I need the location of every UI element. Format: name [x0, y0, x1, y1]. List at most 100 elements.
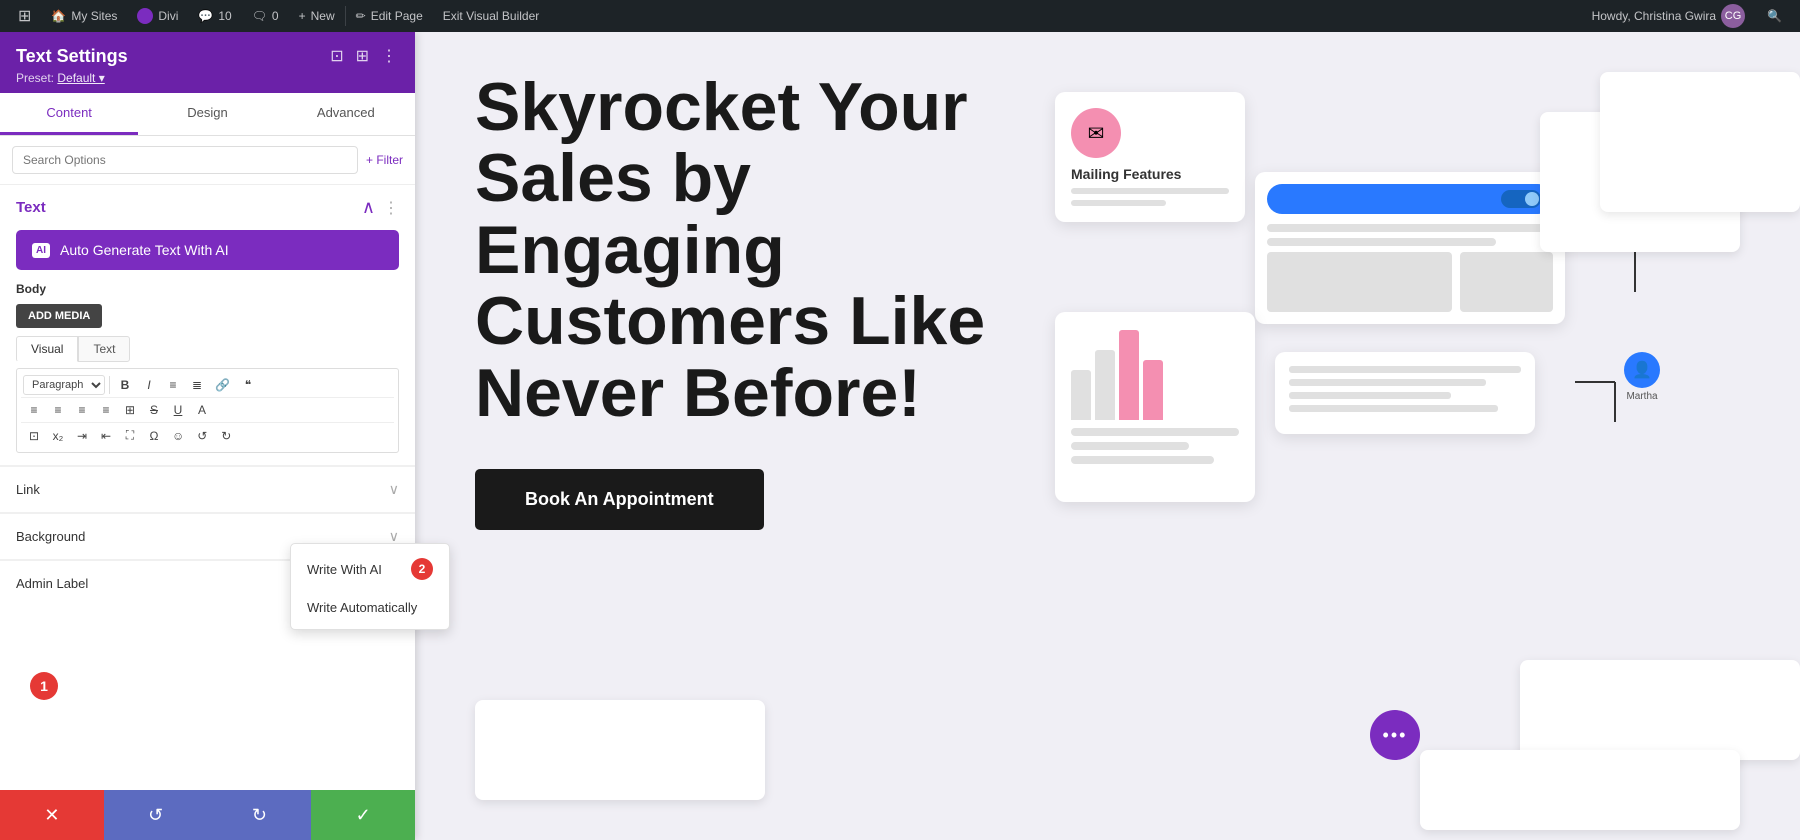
link-section[interactable]: Link ∨	[0, 466, 415, 512]
bar-1	[1071, 370, 1091, 420]
mailing-title: Mailing Features	[1071, 166, 1229, 182]
chart-line-3	[1071, 456, 1214, 464]
tab-design[interactable]: Design	[138, 93, 276, 135]
write-automatically-item[interactable]: Write Automatically	[291, 590, 449, 625]
search-card	[1255, 172, 1565, 324]
divi-label: Divi	[158, 9, 178, 23]
color-button[interactable]: A	[191, 400, 213, 420]
content-line-1	[1267, 224, 1553, 232]
pencil-icon: ✏	[356, 9, 366, 23]
redo-button[interactable]: ↻	[208, 790, 312, 840]
greeting-item[interactable]: Howdy, Christina Gwira CG	[1582, 4, 1755, 28]
divi-item[interactable]: Divi	[127, 0, 188, 32]
fullscreen-button[interactable]: ⛶	[119, 425, 141, 446]
hero-text: Skyrocket Your Sales by Engaging Custome…	[475, 72, 995, 530]
align-left-button[interactable]: ≡	[23, 400, 45, 420]
wordpress-icon: ⊞	[18, 6, 31, 26]
mailing-avatar: ✉	[1071, 108, 1121, 158]
tab-content[interactable]: Content	[0, 93, 138, 135]
comments-item[interactable]: 💬 10	[188, 0, 241, 32]
special-char-button[interactable]: Ω	[143, 426, 165, 446]
underline-button[interactable]: U	[167, 400, 189, 420]
admin-bar-right: Howdy, Christina Gwira CG 🔍	[1582, 4, 1792, 28]
edit-page-item[interactable]: ✏ Edit Page	[346, 0, 433, 32]
chart-bars	[1071, 328, 1239, 428]
bar-3	[1119, 330, 1139, 420]
ol-button[interactable]: ≣	[186, 375, 208, 395]
new-item[interactable]: + New	[289, 0, 345, 32]
search-item[interactable]: 🔍	[1757, 9, 1792, 23]
crm-lines	[1289, 366, 1521, 412]
italic-button[interactable]: I	[138, 375, 160, 395]
emoji-button[interactable]: ☺	[167, 426, 189, 446]
avatar: CG	[1721, 4, 1745, 28]
my-sites-item[interactable]: 🏠 My Sites	[41, 0, 127, 32]
preset-link[interactable]: Default ▾	[57, 71, 104, 85]
ul-button[interactable]: ≡	[162, 375, 184, 395]
mailing-line-1	[1071, 188, 1229, 194]
avatar-martha: 👤 Martha	[1624, 352, 1660, 402]
align-justify-button[interactable]: ≡	[95, 400, 117, 420]
editor-tab-text[interactable]: Text	[78, 336, 130, 362]
bottom-card	[475, 700, 765, 800]
panel-body: Text ∧ ⋮ AI Auto Generate Text With AI B…	[0, 185, 415, 790]
subscript-button[interactable]: x₂	[47, 426, 69, 446]
comments2-item[interactable]: 🗨 0	[242, 0, 289, 32]
paste-button[interactable]: ⊡	[23, 426, 45, 446]
crm-line-3	[1289, 392, 1451, 399]
martha-name: Martha	[1626, 391, 1657, 402]
col-wide	[1267, 252, 1452, 312]
redo-toolbar-button[interactable]: ↻	[215, 426, 237, 446]
chart-card	[1055, 312, 1255, 502]
ai-button-label: Auto Generate Text With AI	[60, 242, 229, 258]
new-label: New	[311, 9, 335, 23]
align-center-button[interactable]: ≡	[47, 400, 69, 420]
save-button[interactable]: ✓	[311, 790, 415, 840]
comments-count: 10	[218, 9, 231, 23]
close-button[interactable]: ✕	[0, 790, 104, 840]
sep1	[109, 376, 110, 394]
bottom-card-3	[1420, 750, 1740, 830]
link-title: Link	[16, 482, 40, 497]
more-icon[interactable]: ⋮	[379, 44, 399, 68]
ai-generate-button[interactable]: AI Auto Generate Text With AI	[16, 230, 399, 270]
grid-icon[interactable]: ⊞	[354, 44, 371, 68]
quote-button[interactable]: ❝	[237, 375, 259, 395]
cta-button[interactable]: Book An Appointment	[475, 469, 764, 530]
wp-logo-item[interactable]: ⊞	[8, 0, 41, 32]
martha-avatar-circle: 👤	[1624, 352, 1660, 388]
bar-4	[1143, 360, 1163, 420]
indent-button[interactable]: ⇥	[71, 426, 93, 446]
undo-toolbar-button[interactable]: ↺	[191, 426, 213, 446]
editor-tab-visual[interactable]: Visual	[16, 336, 78, 362]
body-section: Body ADD MEDIA Visual Text Paragraph	[0, 282, 415, 465]
section-menu-icon[interactable]: ⋮	[383, 198, 399, 218]
add-media-button[interactable]: ADD MEDIA	[16, 304, 102, 328]
write-with-ai-item[interactable]: Write With AI 2	[291, 548, 449, 590]
purple-dot-button[interactable]: •••	[1370, 710, 1420, 760]
col-narrow	[1460, 252, 1553, 312]
search-input[interactable]	[12, 146, 358, 174]
outdent-button[interactable]: ⇤	[95, 426, 117, 446]
bold-button[interactable]: B	[114, 375, 136, 395]
exit-visual-builder-item[interactable]: Exit Visual Builder	[433, 0, 550, 32]
link-button[interactable]: 🔗	[210, 375, 235, 395]
panel-footer: ✕ ↺ ↻ ✓	[0, 790, 415, 840]
mailing-card: ✉ Mailing Features	[1055, 92, 1245, 222]
admin-label-title: Admin Label	[16, 576, 88, 591]
toolbar-row-1: Paragraph B I ≡ ≣ 🔗 ❝	[21, 373, 394, 397]
align-right-button[interactable]: ≡	[71, 400, 93, 420]
collapse-icon[interactable]: ∧	[362, 197, 375, 218]
toolbar-row-2: ≡ ≡ ≡ ≡ ⊞ S U A	[21, 397, 394, 422]
chart-line-2	[1071, 442, 1189, 450]
table-button[interactable]: ⊞	[119, 400, 141, 420]
style-select[interactable]: Paragraph	[23, 375, 105, 395]
body-label: Body	[16, 282, 399, 296]
strikethrough-button[interactable]: S	[143, 400, 165, 420]
redo-icon: ↻	[252, 805, 267, 826]
filter-button[interactable]: + Filter	[366, 153, 403, 167]
ai-tooltip: Write With AI 2 Write Automatically	[290, 543, 450, 630]
tab-advanced[interactable]: Advanced	[277, 93, 415, 135]
settings-icon[interactable]: ⊡	[328, 44, 345, 68]
undo-button[interactable]: ↺	[104, 790, 208, 840]
